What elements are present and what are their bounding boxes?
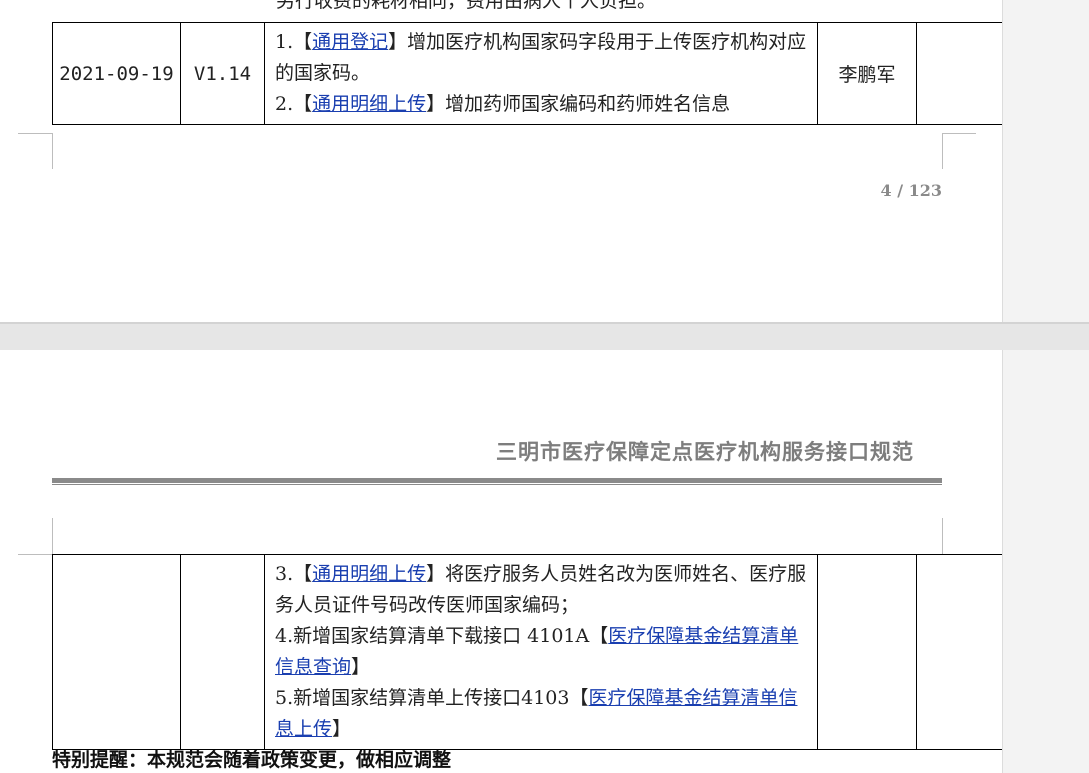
crop-mark (942, 518, 943, 554)
header-title: 三明市医疗保障定点医疗机构服务接口规范 (496, 439, 914, 464)
revision-table-bottom: 3.【通用明细上传】将医疗服务人员姓名改为医师姓名、医疗服务人员证件号码改传医师… (52, 554, 1002, 750)
crop-mark (52, 133, 53, 169)
link-detail-upload[interactable]: 通用明细上传 (312, 93, 426, 115)
link-detail-upload[interactable]: 通用明细上传 (312, 563, 426, 585)
right-panel (1002, 0, 1089, 773)
author-cell (817, 554, 917, 750)
link-general-registration[interactable]: 通用登记 (312, 31, 388, 53)
list-item: 2.【通用明细上传】增加药师国家编码和药师姓名信息 (275, 93, 731, 115)
version-cell: V1.14 (180, 22, 265, 125)
date-cell: 2021-09-19 (52, 22, 181, 125)
crop-mark (942, 133, 976, 134)
crop-mark (18, 554, 52, 555)
crop-mark (52, 518, 53, 554)
header-rule-thin (52, 484, 942, 485)
description-cell: 1.【通用登记】增加医疗机构国家码字段用于上传医疗机构对应的国家码。 2.【通用… (264, 22, 818, 125)
list-item: 5.新增国家结算清单上传接口4103【医疗保障基金结算清单信息上传】 (275, 687, 798, 740)
list-item: 3.【通用明细上传】将医疗服务人员姓名改为医师姓名、医疗服务人员证件号码改传医师… (275, 563, 807, 616)
revision-table-top: 2021-09-19 V1.14 1.【通用登记】增加医疗机构国家码字段用于上传… (52, 22, 1002, 125)
table-row: 2021-09-19 V1.14 1.【通用登记】增加医疗机构国家码字段用于上传… (52, 22, 1002, 125)
author-cell: 李鹏军 (817, 22, 917, 125)
table-row: 3.【通用明细上传】将医疗服务人员姓名改为医师姓名、医疗服务人员证件号码改传医师… (52, 554, 1002, 750)
special-note: 特别提醒：本规范会随着政策变更，做相应调整 (52, 749, 452, 771)
cut-off-text-line: 另行收费的耗材相同，费用由病人个人负担。 (276, 0, 657, 12)
header-rule (52, 478, 942, 483)
empty-cell (916, 22, 1002, 125)
list-item: 1.【通用登记】增加医疗机构国家码字段用于上传医疗机构对应的国家码。 (275, 31, 807, 84)
page-gap (0, 322, 1089, 350)
page-number: 4 / 123 (880, 181, 942, 200)
crop-mark (18, 133, 52, 134)
document-page-4: 另行收费的耗材相同，费用由病人个人负担。 2021-09-19 V1.14 1.… (0, 0, 1002, 322)
empty-cell (916, 554, 1002, 750)
crop-mark (942, 133, 943, 169)
date-cell (52, 554, 181, 750)
document-page-5: 三明市医疗保障定点医疗机构服务接口规范 3.【通用明细上传】将医疗服务人员姓名改… (0, 350, 1002, 773)
list-item: 4.新增国家结算清单下载接口 4101A【医疗保障基金结算清单信息查询】 (275, 625, 799, 678)
version-cell (180, 554, 265, 750)
description-cell: 3.【通用明细上传】将医疗服务人员姓名改为医师姓名、医疗服务人员证件号码改传医师… (264, 554, 818, 750)
